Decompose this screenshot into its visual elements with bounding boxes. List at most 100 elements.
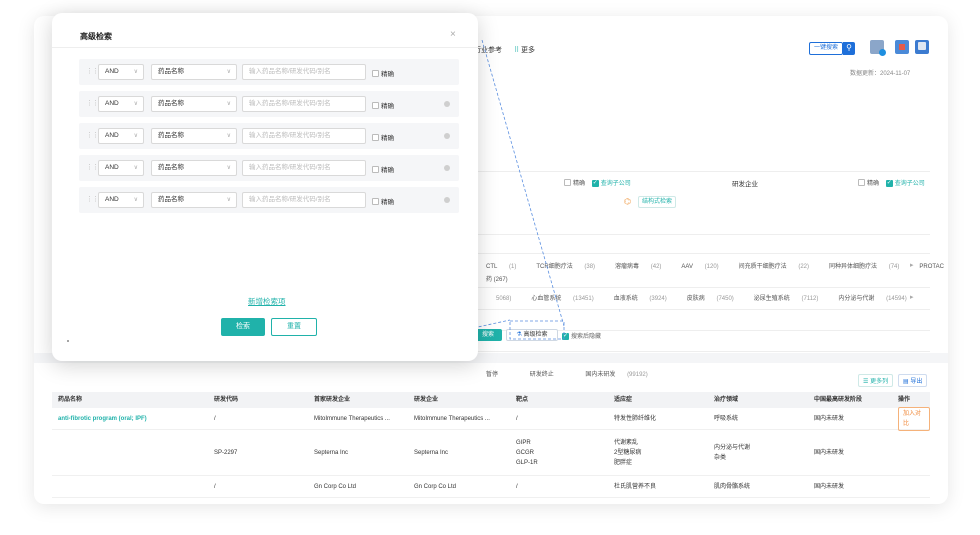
tag-item[interactable]: 泌尿生殖系统 (7112) [754,296,829,302]
chevron-down-icon: ∨ [133,69,138,75]
dialog-reset-button[interactable]: 重置 [271,318,317,336]
close-icon[interactable]: × [450,29,456,40]
table-cell: 肌肉骨骼系统 [714,476,750,498]
chevron-right-icon[interactable]: ▸ [910,261,914,269]
drag-handle-icon[interactable]: ⋮⋮ [86,67,99,75]
table-cell: GIPR GCGR GLP-1R [516,430,538,476]
field-select[interactable]: 药品名称 ∨ [151,128,237,144]
field-select[interactable]: 药品名称 ∨ [151,64,237,80]
tag-item[interactable]: 间充质干细胞疗法 (22) [739,264,819,270]
header-col-stage[interactable]: 中国最高研发阶段 [814,392,862,408]
search-icon[interactable]: ⚲ [843,42,855,55]
structure-icon[interactable]: ⌬ [624,197,631,206]
dialog-title: 高级检索 [80,32,112,41]
advanced-search-dialog: 高级检索 × ⋮⋮ AND ∨ 药品名称 ∨ 输入药品名称/研发代码/别名 精确 ⋮⋮ AND ∨… [52,13,478,361]
more-columns-button[interactable]: ☰ 更多列 [858,374,894,387]
tag-item[interactable]: 内分泌与代谢 (14594) [838,296,916,302]
condition-row: ⋮⋮ AND ∨ 药品名称 ∨ 输入药品名称/研发代码/别名 精确 [79,123,459,149]
tag-item[interactable]: 研发终止 [530,372,576,378]
keyword-input[interactable]: 输入药品名称/研发代码/别名 [242,96,366,112]
divider [52,47,478,48]
table-body: anti-fibrotic program (oral; IPF) / MitoIm… [52,407,930,498]
drag-handle-icon[interactable]: ⋮⋮ [86,195,99,203]
exact-checkbox[interactable]: 精确 [372,100,394,110]
drug-name-link[interactable]: anti-fibrotic program (oral; IPF) [58,414,147,424]
remove-condition-icon[interactable] [444,133,450,139]
export-button[interactable]: ▤ 导出 [898,374,928,387]
tag-item[interactable]: 国内未研发 (99192) [585,372,657,378]
tag-item[interactable]: 血液系统 (3924) [614,296,677,302]
cell-stage: 国内未研发 [814,484,845,490]
export-icon: ▤ [903,379,909,385]
cell-company: Septerna Inc [414,450,449,456]
chevron-down-icon: ∨ [133,133,138,139]
logic-operator-select[interactable]: AND ∨ [98,128,144,144]
chevron-right-icon[interactable]: ▸ [910,293,914,301]
table-cell: 呼吸系统 [714,408,738,430]
logic-operator-select[interactable]: AND ∨ [98,64,144,80]
tag-item[interactable]: AAV (120) [681,264,728,270]
logic-operator-select[interactable]: AND ∨ [98,160,144,176]
table-cell: / [516,476,518,498]
field-select[interactable]: 药品名称 ∨ [151,96,237,112]
logic-operator-select[interactable]: AND ∨ [98,96,144,112]
tag-row-stage: 暂停 研发终止 国内未研发 (99192) [486,369,668,378]
table-cell: SP-2297 [214,430,237,476]
cell-target: / [516,416,518,422]
remove-condition-icon[interactable] [444,197,450,203]
cell-company: MitoImmune Therapeutics ... [414,416,490,422]
tag-item[interactable]: 同种异体细胞疗法 (74) [829,264,909,270]
field-select[interactable]: 药品名称 ∨ [151,192,237,208]
quick-search-button[interactable]: 一键搜索 [809,42,843,55]
field-select[interactable]: 药品名称 ∨ [151,160,237,176]
include-subsidiary-checkbox-2[interactable]: 查询子公司 [885,180,925,187]
keyword-input[interactable]: 输入药品名称/研发代码/别名 [242,64,366,80]
table-cell: MitoImmune Therapeutics ... [314,408,390,430]
compare-icon[interactable] [870,40,886,56]
exact-checkbox[interactable]: 精确 [372,196,394,206]
keyword-input[interactable]: 输入药品名称/研发代码/别名 [242,160,366,176]
remove-condition-icon[interactable] [444,165,450,171]
table-cell: 内分泌与代谢 杂类 [714,430,750,476]
table-cell: 杜氏肌营养不良 [614,476,656,498]
company-options: 精确 查询子公司 [858,178,925,187]
dot-marker [67,340,69,342]
logic-operator-select[interactable]: AND ∨ [98,192,144,208]
header-col-first-company[interactable]: 首家研发企业 [314,392,350,408]
report-icon[interactable] [895,40,909,54]
add-compare-button[interactable]: 加入对比 [898,407,930,431]
table-row: / Gn Corp Co Ltd Gn Corp Co Ltd / 杜氏肌营养不良 肌肉骨… [52,476,930,498]
header-col-drug-name[interactable]: 药品名称 [58,392,82,408]
company-label: 研发企业 [732,181,758,188]
exact-checkbox[interactable]: 精确 [372,132,394,142]
tag-item[interactable]: 皮肤病 (7450) [687,296,744,302]
cell-stage: 国内未研发 [814,416,845,422]
remove-condition-icon[interactable] [444,101,450,107]
exact-checkbox[interactable]: 精确 [372,68,394,78]
exact-checkbox[interactable]: 精确 [372,164,394,174]
structure-search-button[interactable]: 结构式检索 [638,196,676,208]
exact-checkbox-2[interactable]: 精确 [858,179,879,187]
user-avatar-icon[interactable] [915,40,929,54]
dialog-search-button[interactable]: 检索 [221,318,265,336]
table-cell: / [214,476,216,498]
header-col-company: 研发企业 [414,397,439,403]
tag-item[interactable]: 溶瘤病毒 (42) [615,264,671,270]
table-cell: / [214,408,216,430]
tag-item[interactable]: 暂停 [486,372,520,378]
chevron-down-icon: ∨ [133,165,138,171]
table-row: SP-2297 Septerna Inc Septerna Inc GIPR GCGR… [52,430,930,476]
drag-handle-icon[interactable]: ⋮⋮ [86,163,99,171]
cell-target: GIPR GCGR GLP-1R [516,440,538,466]
chevron-down-icon: ∨ [226,101,231,107]
add-condition-link[interactable]: 新增检索项 [248,296,286,307]
tag-item[interactable]: PROTAC (32) [919,264,948,270]
keyword-input[interactable]: 输入药品名称/研发代码/别名 [242,128,366,144]
columns-icon: ☰ [863,379,869,385]
keyword-input[interactable]: 输入药品名称/研发代码/别名 [242,192,366,208]
header-col-indication: 适应症 [614,397,633,403]
drag-handle-icon[interactable]: ⋮⋮ [86,131,99,139]
cell-area: 呼吸系统 [714,416,739,422]
drag-handle-icon[interactable]: ⋮⋮ [86,99,99,107]
cell-indication: 代谢紊乱 2型糖尿病 肥胖症 [614,440,642,466]
